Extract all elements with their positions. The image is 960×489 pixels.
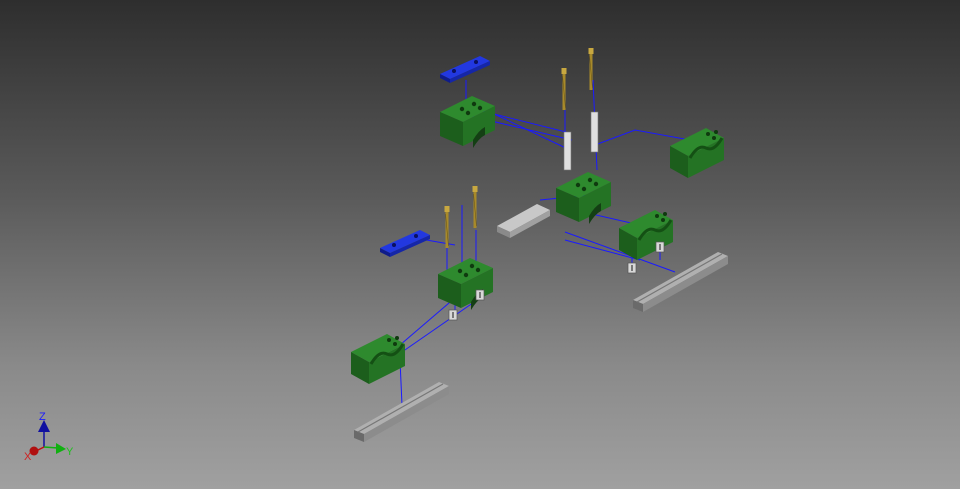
clamp-half-right-lower[interactable] bbox=[617, 208, 675, 262]
nut-3[interactable] bbox=[475, 289, 485, 301]
clamp-block-left[interactable] bbox=[438, 258, 493, 310]
blue-clamp-plate-left[interactable] bbox=[380, 230, 430, 257]
nut-4[interactable] bbox=[448, 309, 458, 321]
bolt-silver-2[interactable] bbox=[590, 111, 599, 153]
z-axis-label: Z bbox=[39, 411, 46, 423]
screw-1[interactable] bbox=[561, 67, 567, 111]
assembly-canvas[interactable]: Z Y X bbox=[0, 0, 960, 489]
screw-3[interactable] bbox=[444, 205, 450, 249]
screw-4[interactable] bbox=[472, 185, 478, 229]
y-axis-label: Y bbox=[66, 446, 74, 458]
clamp-half-right-top[interactable] bbox=[668, 126, 726, 180]
y-axis-arrow-icon bbox=[56, 443, 66, 454]
axis-triad[interactable]: Z Y X bbox=[24, 411, 74, 463]
nut-2[interactable] bbox=[655, 241, 665, 253]
blue-clamp-plate-top[interactable] bbox=[440, 56, 490, 83]
nut-1[interactable] bbox=[627, 262, 637, 274]
3d-viewport[interactable]: Z Y X bbox=[0, 0, 960, 489]
bolt-silver-1[interactable] bbox=[563, 131, 572, 171]
gray-cover-plate[interactable] bbox=[497, 204, 550, 238]
clamp-half-left-lower[interactable] bbox=[349, 332, 407, 386]
x-axis-label: X bbox=[24, 451, 32, 463]
clamp-block-top-left[interactable] bbox=[440, 96, 495, 148]
rail-right[interactable] bbox=[632, 251, 729, 313]
